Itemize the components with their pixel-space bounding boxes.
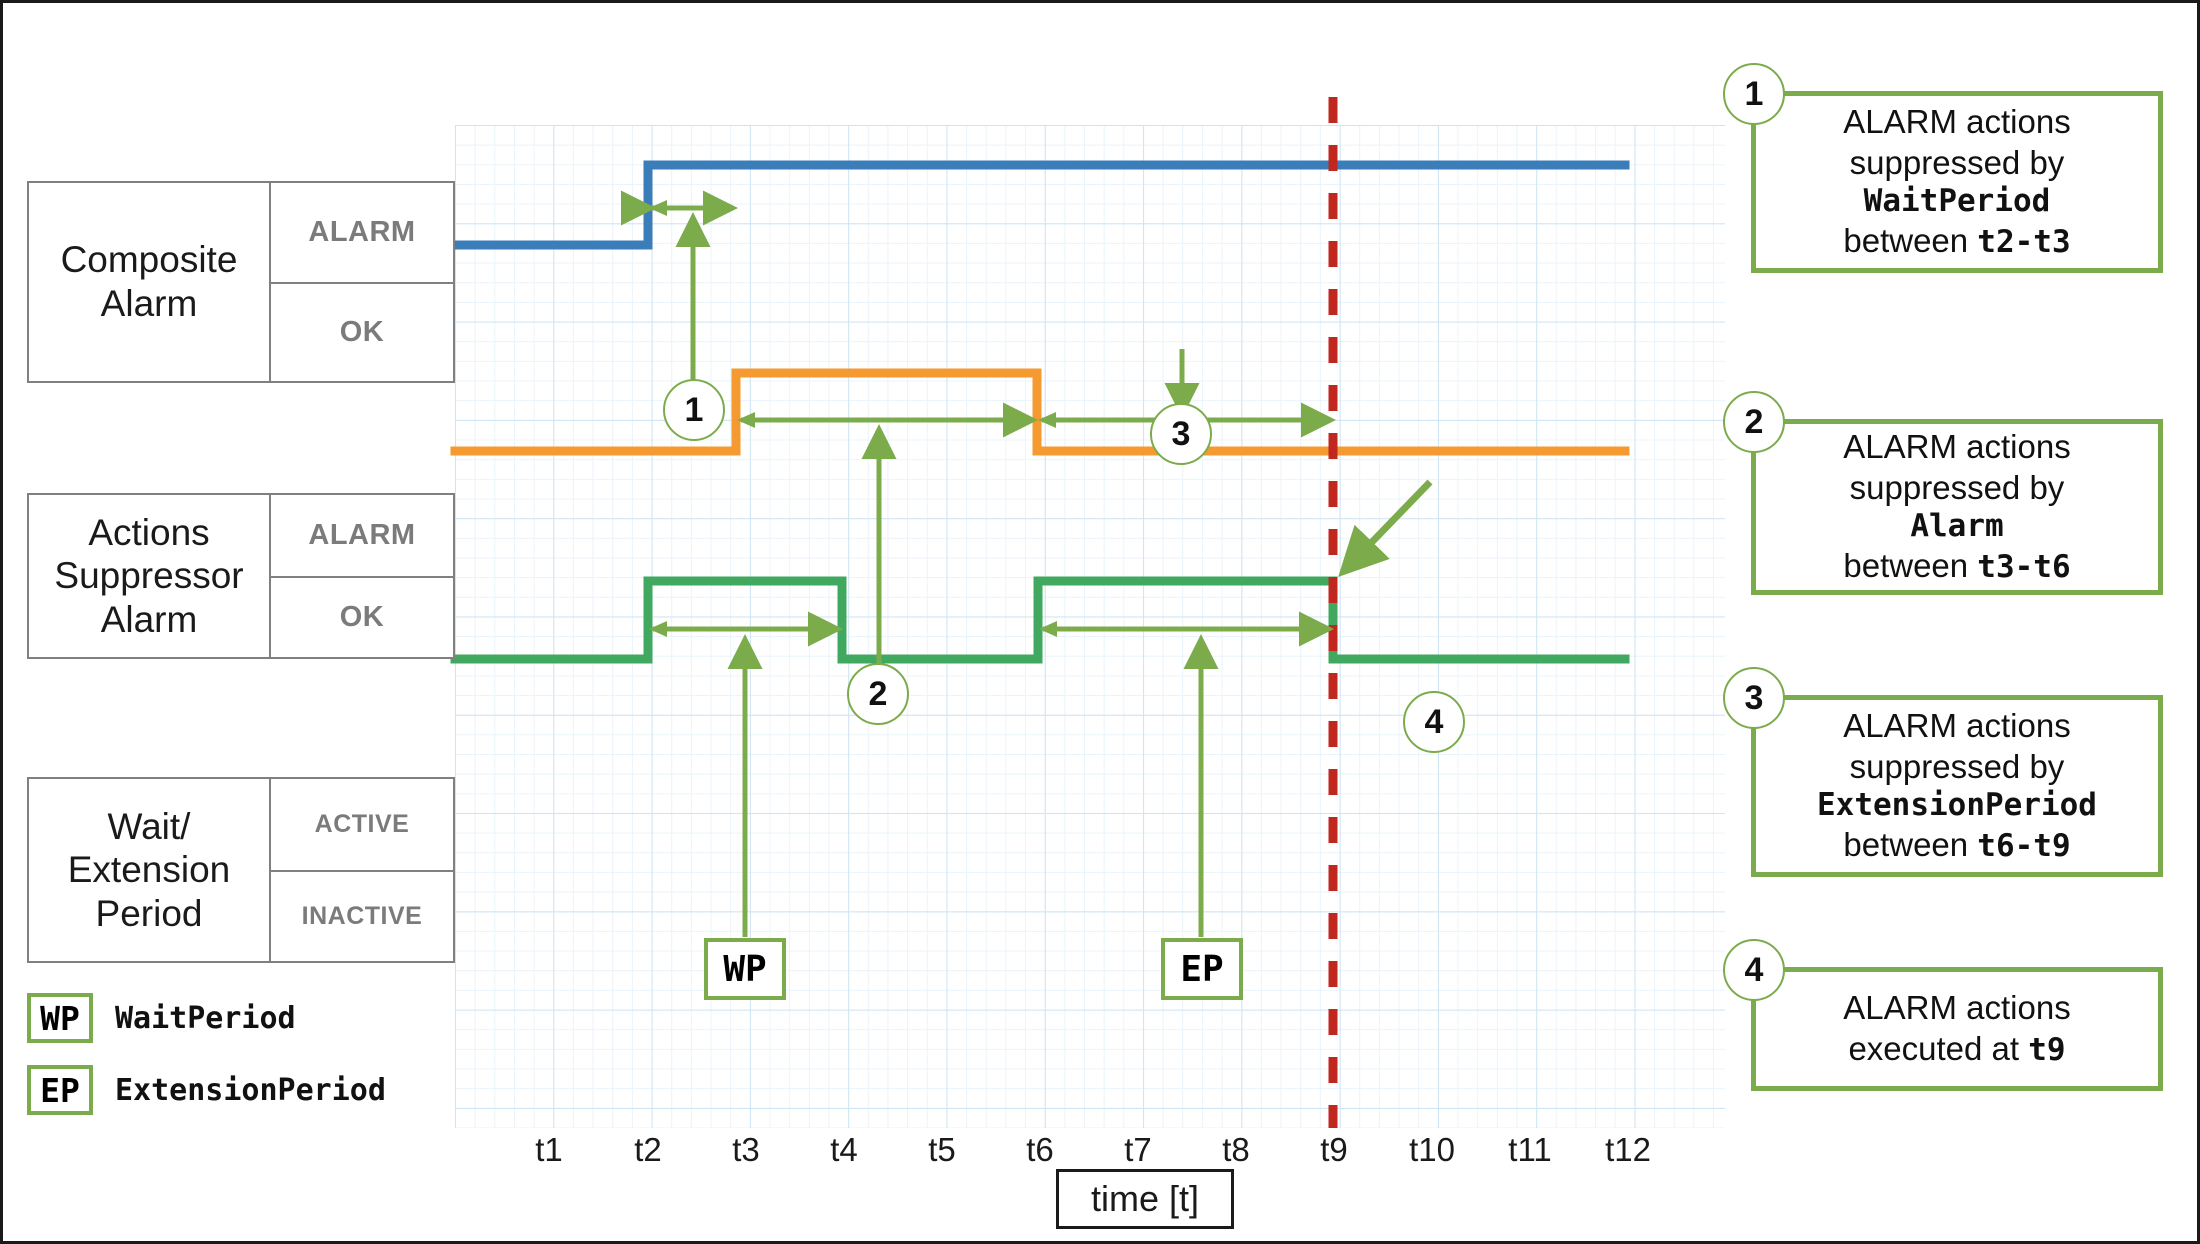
- legend-item-waitperiod: WP WaitPeriod: [27, 993, 296, 1043]
- note-box-1: ALARM actions suppressed by WaitPeriod b…: [1751, 91, 2163, 273]
- note-2-range: t3-t6: [1977, 548, 2071, 585]
- signal-states-composite-alarm: ALARM OK: [269, 183, 453, 381]
- note-2-keyword: Alarm: [1910, 507, 2004, 544]
- x-tick-t3: t3: [732, 1131, 760, 1168]
- plot-marker-ep: EP: [1161, 938, 1243, 1000]
- signal-name-actions-suppressor-alarm: Actions Suppressor Alarm: [29, 495, 269, 657]
- note-badge-2[interactable]: 2: [1723, 391, 1785, 453]
- x-tick-t8: t8: [1222, 1131, 1250, 1168]
- callout-badge-3-label: 3: [1171, 414, 1191, 453]
- note-3-line-4-text: between: [1843, 825, 1978, 863]
- plot-area: [450, 97, 1725, 1128]
- x-tick-t6: t6: [1026, 1131, 1054, 1168]
- note-1-keyword: WaitPeriod: [1863, 182, 2051, 219]
- note-1-line-1: ALARM actions: [1843, 103, 2071, 141]
- x-tick-t1: t1: [535, 1131, 563, 1168]
- note-badge-4-label: 4: [1744, 950, 1764, 989]
- callout-badge-2[interactable]: 2: [847, 663, 909, 725]
- note-badge-3[interactable]: 3: [1723, 667, 1785, 729]
- note-box-2: ALARM actions suppressed by Alarm betwee…: [1751, 419, 2163, 595]
- note-box-3: ALARM actions suppressed by ExtensionPer…: [1751, 695, 2163, 877]
- legend-label-extensionperiod: ExtensionPeriod: [115, 1072, 386, 1108]
- signal-row-composite-alarm: Composite Alarm ALARM OK: [27, 181, 455, 383]
- note-4-line-2-text: executed at: [1848, 1029, 2029, 1067]
- callout-badge-4[interactable]: 4: [1403, 691, 1465, 753]
- plot-marker-wp: WP: [704, 938, 786, 1000]
- note-3-keyword: ExtensionPeriod: [1817, 786, 2097, 823]
- x-tick-t12: t12: [1605, 1131, 1651, 1168]
- signal-row-actions-suppressor-alarm: Actions Suppressor Alarm ALARM OK: [27, 493, 455, 659]
- note-2-line-4-text: between: [1843, 546, 1978, 584]
- note-badge-1[interactable]: 1: [1723, 63, 1785, 125]
- note-1-line-2: suppressed by: [1849, 143, 2065, 181]
- x-tick-t9: t9: [1320, 1131, 1348, 1168]
- note-badge-1-label: 1: [1744, 74, 1764, 113]
- legend-chip-wp-label: WP: [40, 998, 80, 1038]
- signal-name-line-2: Suppressor: [54, 555, 244, 597]
- trace-wait-extension-period: [450, 576, 1630, 664]
- diagram-canvas: 1 2 3 4 WP EP Composite Alarm ALARM OK A…: [0, 0, 2200, 1244]
- signal-states-actions-suppressor-alarm: ALARM OK: [269, 495, 453, 657]
- signal-name-line-1: Actions: [88, 511, 210, 553]
- callout-badge-2-label: 2: [868, 674, 888, 713]
- state-high-suppressor: ALARM: [308, 519, 416, 551]
- signal-states-wait-extension-period: ACTIVE INACTIVE: [269, 779, 453, 961]
- state-low-wait: INACTIVE: [271, 870, 453, 961]
- x-tick-t7: t7: [1124, 1131, 1152, 1168]
- signal-name-line-2: Extension: [67, 849, 231, 891]
- x-tick-t10: t10: [1409, 1131, 1455, 1168]
- callout-badge-1[interactable]: 1: [663, 379, 725, 441]
- callout-badge-3[interactable]: 3: [1150, 403, 1212, 465]
- note-3-line-2: suppressed by: [1849, 747, 2065, 785]
- state-high-composite: ALARM: [308, 216, 416, 248]
- note-4-line-1: ALARM actions: [1843, 989, 2071, 1027]
- leader-4: [1338, 479, 1433, 578]
- signal-traces: [450, 97, 1630, 1128]
- signal-name-line-1: Wait/: [107, 805, 191, 847]
- note-2-line-1: ALARM actions: [1843, 428, 2071, 466]
- legend-chip-wp: WP: [27, 993, 93, 1043]
- note-3-line-1: ALARM actions: [1843, 707, 2071, 745]
- x-tick-t11: t11: [1508, 1131, 1552, 1168]
- note-badge-2-label: 2: [1744, 402, 1764, 441]
- note-4-time: t9: [2028, 1031, 2066, 1068]
- legend-chip-ep-label: EP: [40, 1070, 80, 1110]
- note-4-line-2: executed at t9: [1848, 1029, 2065, 1070]
- signal-name-line-2: Alarm: [100, 283, 198, 324]
- note-3-line-4: between t6-t9: [1843, 825, 2070, 866]
- signal-name-line-1: Composite: [60, 239, 238, 281]
- note-1-line-4: between t2-t3: [1843, 221, 2070, 262]
- state-low-suppressor: OK: [271, 576, 453, 657]
- state-high-wait: ACTIVE: [314, 810, 410, 838]
- signal-name-line-3: Period: [95, 892, 203, 934]
- trace-composite-alarm: [450, 160, 1630, 250]
- plot-marker-ep-label: EP: [1180, 948, 1224, 990]
- x-tick-t4: t4: [830, 1131, 858, 1168]
- signal-name-composite-alarm: Composite Alarm: [29, 183, 269, 381]
- callout-badge-1-label: 1: [684, 390, 704, 429]
- signal-row-wait-extension-period: Wait/ Extension Period ACTIVE INACTIVE: [27, 777, 455, 963]
- note-1-line-4-text: between: [1843, 221, 1978, 259]
- note-badge-4[interactable]: 4: [1723, 939, 1785, 1001]
- note-box-4: ALARM actions executed at t9: [1751, 967, 2163, 1091]
- trace-actions-suppressor-alarm: [450, 368, 1630, 456]
- x-tick-t5: t5: [928, 1131, 956, 1168]
- note-2-line-2: suppressed by: [1849, 468, 2065, 506]
- legend-label-waitperiod: WaitPeriod: [115, 1000, 296, 1036]
- legend-item-extensionperiod: EP ExtensionPeriod: [27, 1065, 386, 1115]
- plot-marker-wp-label: WP: [723, 948, 767, 990]
- x-tick-t2: t2: [634, 1131, 662, 1168]
- note-badge-3-label: 3: [1744, 678, 1764, 717]
- note-1-range: t2-t3: [1977, 223, 2071, 260]
- callout-badge-4-label: 4: [1424, 702, 1444, 741]
- note-2-line-4: between t3-t6: [1843, 546, 2070, 587]
- x-axis-label: time [t]: [1056, 1169, 1234, 1229]
- signal-name-line-3: Alarm: [100, 598, 198, 640]
- legend-chip-ep: EP: [27, 1065, 93, 1115]
- signal-name-wait-extension-period: Wait/ Extension Period: [29, 779, 269, 961]
- state-low-composite: OK: [271, 282, 453, 381]
- note-3-range: t6-t9: [1977, 827, 2071, 864]
